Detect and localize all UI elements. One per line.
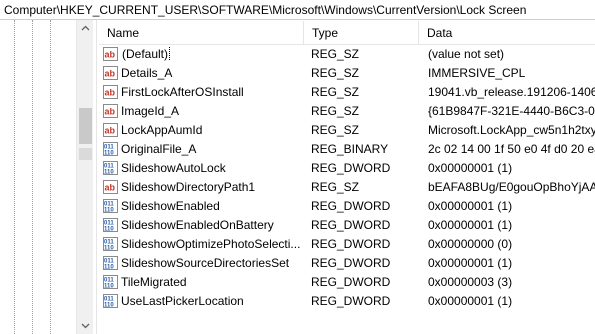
value-name: Details_A: [121, 66, 173, 80]
registry-value-row[interactable]: ab (Default) REG_SZ (value not set): [99, 45, 595, 64]
value-type: REG_DWORD: [311, 161, 391, 175]
svg-text:ab: ab: [105, 107, 116, 117]
value-data: 0x00000001 (1): [428, 161, 513, 175]
value-data: 0x00000001 (1): [428, 256, 513, 270]
value-data: 0x00000001 (1): [428, 218, 513, 232]
svg-text:110: 110: [104, 208, 114, 214]
registry-value-row[interactable]: 011 110 SlideshowEnabled REG_DWORD 0x0000000…: [99, 197, 595, 216]
svg-text:110: 110: [104, 303, 114, 309]
value-type: REG_DWORD: [311, 237, 391, 251]
tree-scrollbar[interactable]: [76, 20, 93, 334]
value-name: SlideshowSourceDirectoriesSet: [121, 256, 290, 270]
address-bar[interactable]: Computer\HKEY_CURRENT_USER\SOFTWARE\Micr…: [0, 0, 595, 20]
registry-value-row[interactable]: ab Details_A REG_SZ IMMERSIVE_CPL: [99, 64, 595, 83]
svg-text:110: 110: [104, 246, 114, 252]
value-type: REG_SZ: [311, 123, 360, 137]
registry-value-row[interactable]: 011 110 SlideshowAutoLock REG_DWORD 0x000000…: [99, 159, 595, 178]
value-data: Microsoft.LockApp_cw5n1h2txy: [428, 123, 595, 137]
value-data: 0x00000003 (3): [428, 275, 513, 289]
value-data: 0x00000001 (1): [428, 294, 513, 308]
value-type: REG_SZ: [311, 85, 360, 99]
svg-text:110: 110: [104, 227, 114, 233]
value-name: SlideshowOptimizePhotoSelecti...: [121, 237, 301, 251]
value-type: REG_DWORD: [311, 218, 391, 232]
registry-value-row[interactable]: 011 110 OriginalFile_A REG_BINARY 2c 02 14 0…: [99, 140, 595, 159]
svg-text:ab: ab: [105, 183, 116, 193]
registry-value-row[interactable]: 011 110 SlideshowSourceDirectoriesSet REG_D…: [99, 254, 595, 273]
scroll-down-arrow-icon[interactable]: [81, 321, 90, 330]
value-type: REG_BINARY: [311, 142, 389, 156]
value-type: REG_SZ: [311, 47, 360, 61]
registry-value-row[interactable]: ab LockAppAumId REG_SZ Microsoft.LockApp_cw…: [99, 121, 595, 140]
value-name: SlideshowEnabledOnBattery: [121, 218, 274, 232]
value-name: (Default): [121, 47, 171, 61]
value-name: TileMigrated: [121, 275, 187, 289]
svg-text:ab: ab: [105, 126, 116, 136]
svg-text:110: 110: [104, 170, 114, 176]
value-type: REG_DWORD: [311, 199, 391, 213]
tree-scrollbar-thumb-secondary: [79, 148, 92, 160]
value-type: REG_SZ: [311, 104, 360, 118]
registry-value-row[interactable]: 011 110 TileMigrated REG_DWORD 0x00000003 (3…: [99, 273, 595, 292]
svg-text:110: 110: [104, 151, 114, 157]
value-type: REG_SZ: [311, 66, 360, 80]
value-name: SlideshowAutoLock: [121, 161, 226, 175]
registry-value-row[interactable]: 011 110 SlideshowOptimizePhotoSelecti... RE…: [99, 235, 595, 254]
column-header-name[interactable]: Name: [99, 21, 304, 45]
tree-connector-lines: [0, 20, 60, 334]
column-header-type[interactable]: Type: [304, 21, 419, 45]
svg-text:ab: ab: [105, 69, 116, 79]
value-data: 2c 02 14 00 1f 50 e0 4f d0 20 ea 3: [428, 142, 595, 156]
value-data: 0x00000001 (1): [428, 199, 513, 213]
values-list: ab (Default) REG_SZ (value not set) ab Detail…: [99, 45, 595, 311]
value-data: 19041.vb_release.191206-1406: [428, 85, 595, 99]
value-data: (value not set): [428, 47, 505, 61]
value-name: SlideshowDirectoryPath1: [121, 180, 256, 194]
value-type: REG_DWORD: [311, 275, 391, 289]
value-name: LockAppAumId: [121, 123, 203, 137]
key-tree-pane[interactable]: [0, 20, 97, 334]
value-name: ImageId_A: [121, 104, 180, 118]
svg-text:110: 110: [104, 284, 114, 290]
registry-value-row[interactable]: 011 110 UseLastPickerLocation REG_DWORD 0x00…: [99, 292, 595, 311]
registry-value-row[interactable]: 011 110 SlideshowEnabledOnBattery REG_DWORD…: [99, 216, 595, 235]
value-type: REG_DWORD: [311, 256, 391, 270]
value-data: IMMERSIVE_CPL: [428, 66, 526, 80]
value-data: 0x00000000 (0): [428, 237, 513, 251]
value-name: OriginalFile_A: [121, 142, 197, 156]
value-type: REG_SZ: [311, 180, 360, 194]
value-name: UseLastPickerLocation: [121, 294, 244, 308]
value-name: FirstLockAfterOSInstall: [121, 85, 244, 99]
svg-text:110: 110: [104, 265, 114, 271]
svg-text:ab: ab: [105, 88, 116, 98]
registry-value-row[interactable]: ab ImageId_A REG_SZ {61B9847F-321E-4440-B6C…: [99, 102, 595, 121]
values-list-header: Name Type Data: [99, 21, 595, 45]
svg-text:ab: ab: [105, 50, 116, 60]
registry-value-row[interactable]: ab SlideshowDirectoryPath1 REG_SZ bEAFA8BUg…: [99, 178, 595, 197]
column-header-data[interactable]: Data: [419, 21, 595, 45]
registry-value-row[interactable]: ab FirstLockAfterOSInstall REG_SZ 19041.vb_…: [99, 83, 595, 102]
value-data: {61B9847F-321E-4440-B6C3-002: [428, 104, 595, 118]
value-data: bEAFA8BUg/E0gouOpBhoYjAAn: [428, 180, 595, 194]
value-type: REG_DWORD: [311, 294, 391, 308]
tree-scrollbar-thumb[interactable]: [79, 108, 92, 144]
value-name: SlideshowEnabled: [121, 199, 220, 213]
scroll-up-arrow-icon[interactable]: [81, 24, 90, 33]
